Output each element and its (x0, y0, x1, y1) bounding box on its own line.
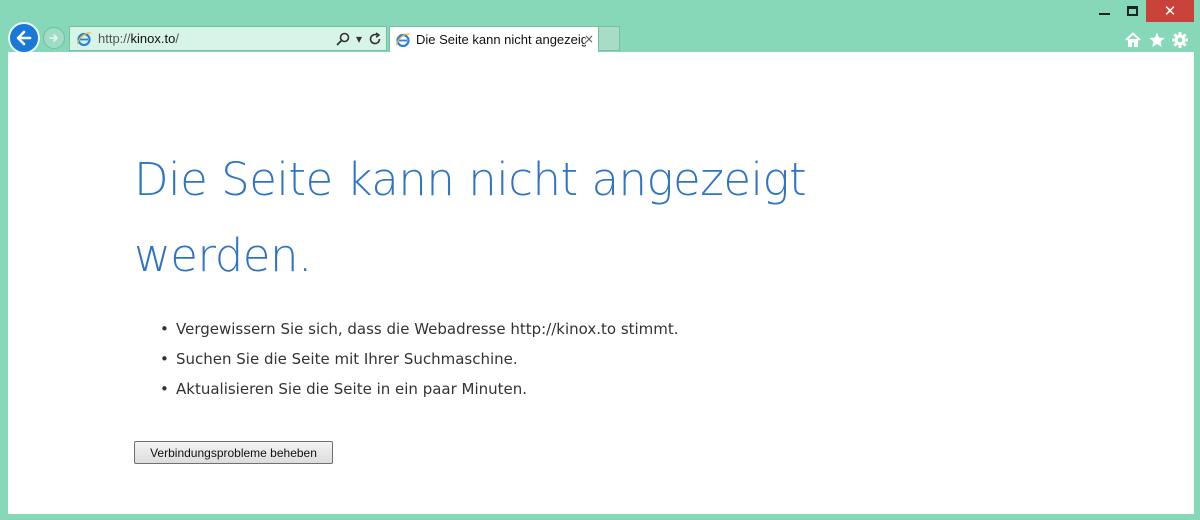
back-button[interactable] (8, 22, 40, 54)
tab-title: Die Seite kann nicht angezeig... (416, 32, 586, 47)
search-button[interactable] (336, 30, 350, 48)
new-tab-button[interactable] (599, 26, 620, 51)
browser-tab[interactable]: Die Seite kann nicht angezeig... × (389, 26, 599, 52)
close-window-button[interactable]: ✕ (1146, 0, 1194, 22)
close-tab-icon[interactable]: × (584, 32, 594, 46)
forward-arrow-icon (49, 34, 58, 42)
refresh-button[interactable] (368, 30, 382, 48)
address-url[interactable]: http://kinox.to/ (98, 31, 179, 46)
back-arrow-icon (16, 30, 32, 46)
browser-chrome: ✕ http://kinox.to/ ▾ Die Seite kann nich… (0, 0, 1200, 54)
error-headline: Die Seite kann nicht angezeigt werden. (134, 153, 807, 282)
gear-icon (1172, 32, 1188, 48)
maximize-icon (1126, 6, 1138, 16)
minimize-button[interactable] (1090, 0, 1118, 22)
close-icon: ✕ (1163, 2, 1177, 20)
url-suffix: / (175, 31, 179, 46)
star-icon (1149, 32, 1165, 47)
list-item: Vergewissern Sie sich, dass die Webadres… (160, 314, 679, 344)
internet-explorer-icon (395, 32, 410, 47)
home-button[interactable] (1123, 30, 1143, 50)
troubleshooting-tips: Vergewissern Sie sich, dass die Webadres… (160, 314, 679, 404)
list-item: Suchen Sie die Seite mit Ihrer Suchmasch… (160, 344, 679, 374)
minimize-icon (1098, 13, 1110, 15)
refresh-icon (369, 32, 381, 45)
internet-explorer-icon (76, 31, 91, 46)
forward-button[interactable] (43, 27, 65, 49)
url-prefix: http:// (98, 31, 131, 46)
search-dropdown[interactable]: ▾ (356, 30, 362, 48)
tools-button[interactable] (1170, 30, 1190, 50)
favorites-button[interactable] (1147, 30, 1167, 50)
url-domain: kinox.to (130, 31, 176, 46)
address-bar[interactable]: http://kinox.to/ ▾ (69, 26, 387, 51)
page-content: Die Seite kann nicht angezeigt werden. V… (8, 52, 1194, 514)
list-item: Aktualisieren Sie die Seite in ein paar … (160, 374, 679, 404)
home-icon (1125, 32, 1141, 47)
search-icon (336, 32, 350, 46)
maximize-button[interactable] (1118, 0, 1146, 22)
fix-connection-button[interactable]: Verbindungsprobleme beheben (134, 441, 333, 464)
chevron-down-icon: ▾ (355, 32, 362, 46)
